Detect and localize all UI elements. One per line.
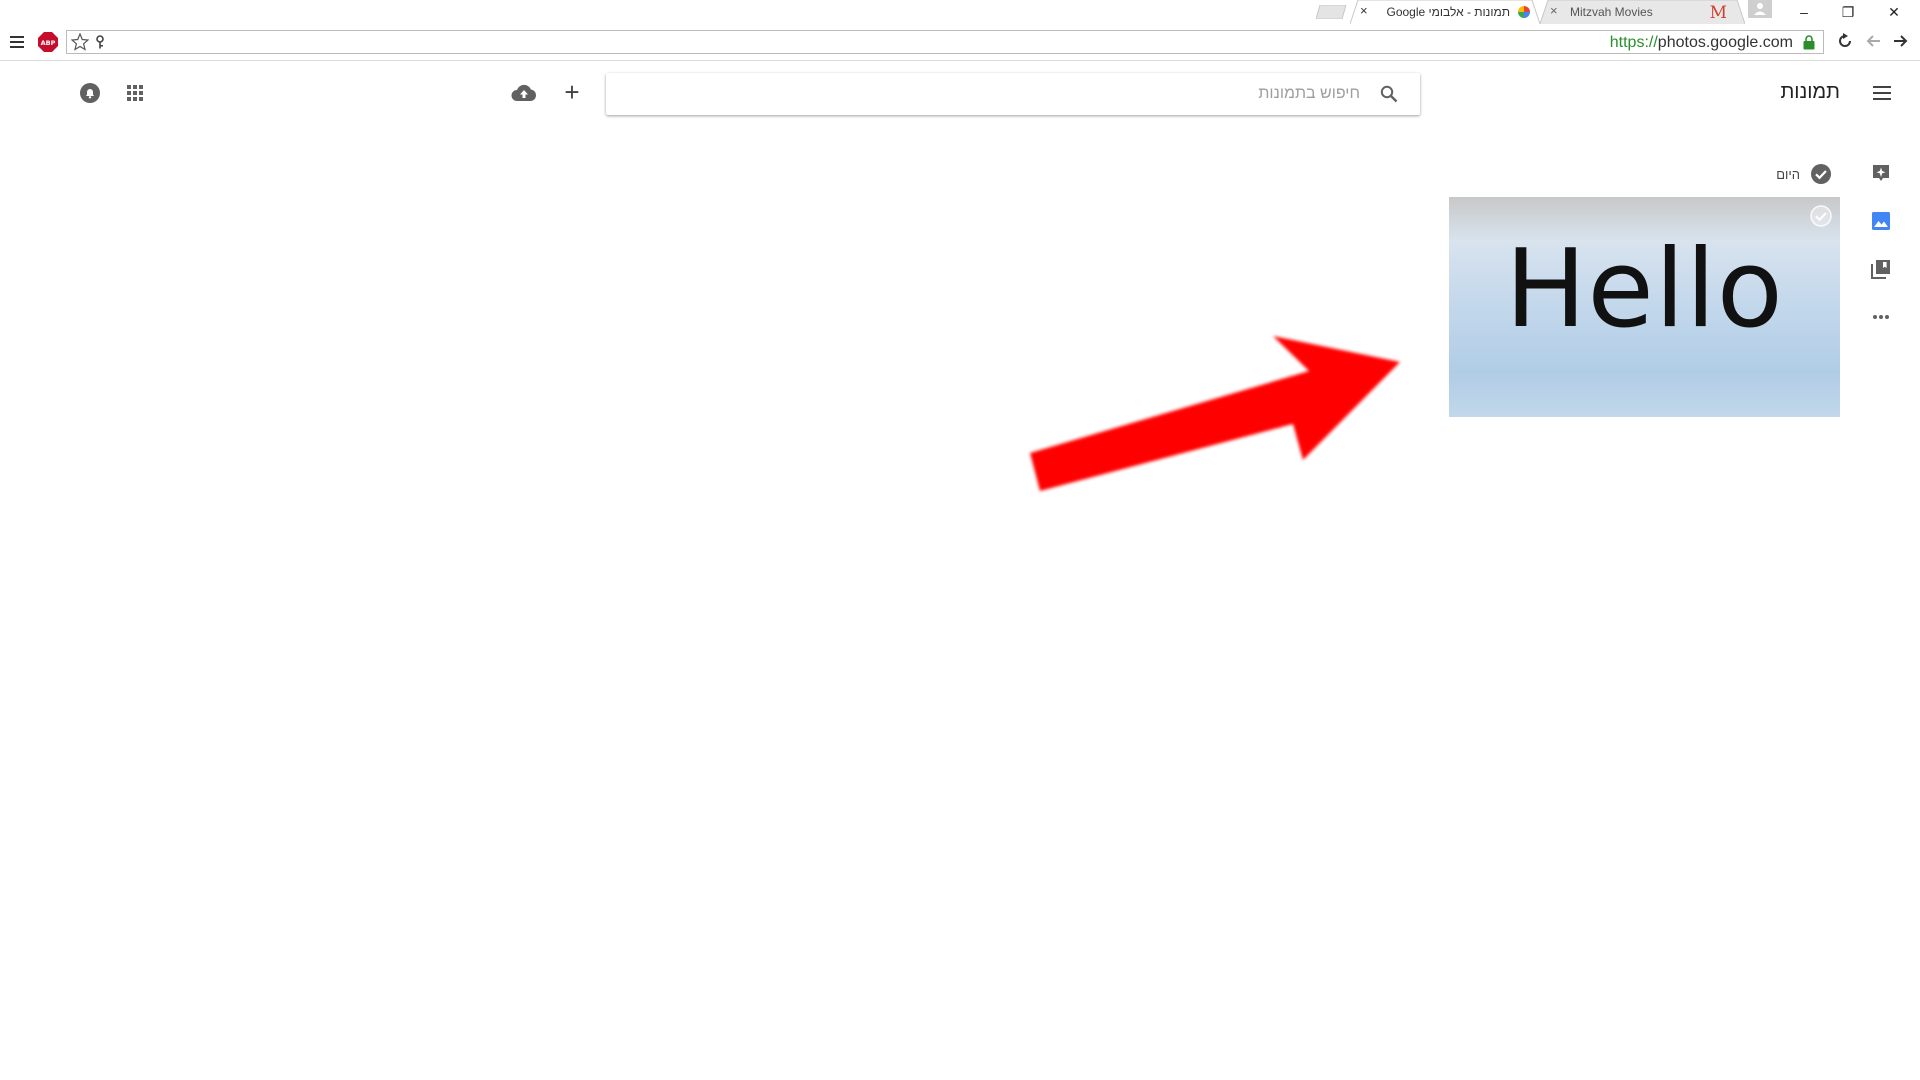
page-title: תמונות xyxy=(1780,81,1840,103)
upload-cloud-icon[interactable] xyxy=(509,79,539,107)
red-annotation-arrow xyxy=(1030,336,1400,491)
profile-button[interactable] xyxy=(1748,0,1772,18)
adblock-plus-icon[interactable]: ABP xyxy=(37,31,59,53)
search-box[interactable] xyxy=(606,73,1420,115)
more-icon[interactable] xyxy=(1868,304,1894,330)
back-icon[interactable] xyxy=(1862,30,1884,52)
app-header: + תמונות xyxy=(0,61,1920,125)
svg-text:ABP: ABP xyxy=(41,39,56,47)
date-group-header: היום xyxy=(1776,162,1832,186)
browser-tab-strip: × תמונות - אלבומי Google × Mitzvah Movie… xyxy=(0,0,1920,24)
person-icon xyxy=(1754,3,1766,15)
google-photos-favicon-icon xyxy=(1518,6,1530,18)
restore-button[interactable]: ❐ xyxy=(1826,0,1870,24)
tab-google-photos[interactable]: × תמונות - אלבומי Google xyxy=(1350,0,1540,24)
forward-icon[interactable] xyxy=(1890,30,1912,52)
reload-icon[interactable] xyxy=(1834,30,1856,52)
hamburger-menu-icon[interactable] xyxy=(1870,81,1894,105)
key-icon[interactable] xyxy=(95,35,105,49)
apps-grid-icon[interactable] xyxy=(123,81,147,105)
assistant-icon[interactable] xyxy=(1868,160,1894,186)
tab-title: Mitzvah Movies xyxy=(1570,5,1653,19)
photo-content-text: Hello xyxy=(1505,227,1784,352)
photos-icon[interactable] xyxy=(1868,208,1894,234)
bookmark-star-icon[interactable] xyxy=(71,33,89,51)
select-all-check-icon[interactable] xyxy=(1810,163,1832,185)
albums-icon[interactable] xyxy=(1868,256,1894,282)
lock-icon[interactable] xyxy=(1803,35,1815,50)
add-button[interactable]: + xyxy=(558,77,586,107)
close-tab-icon[interactable]: × xyxy=(1360,3,1368,18)
browser-toolbar: ABP https://photos.google.com xyxy=(0,24,1920,60)
search-input[interactable] xyxy=(616,73,1360,115)
photo-thumbnail[interactable]: Hello xyxy=(1449,197,1840,417)
close-window-button[interactable]: ✕ xyxy=(1872,0,1916,24)
notifications-icon[interactable] xyxy=(78,81,102,105)
photo-select-check-icon[interactable] xyxy=(1810,205,1832,227)
address-bar[interactable]: https://photos.google.com xyxy=(66,30,1824,54)
search-icon[interactable] xyxy=(1380,85,1398,103)
close-tab-icon[interactable]: × xyxy=(1550,3,1558,18)
minimize-button[interactable]: – xyxy=(1782,0,1826,24)
url-text: https://photos.google.com xyxy=(1609,34,1793,51)
tab-mitzvah-movies[interactable]: × Mitzvah Movies M xyxy=(1540,0,1745,24)
tab-title: תמונות - אלבומי Google xyxy=(1386,5,1511,19)
new-tab-button[interactable] xyxy=(1316,5,1350,19)
gmail-favicon-icon: M xyxy=(1709,3,1727,23)
browser-menu-icon[interactable] xyxy=(8,32,26,52)
date-label: היום xyxy=(1776,166,1800,182)
